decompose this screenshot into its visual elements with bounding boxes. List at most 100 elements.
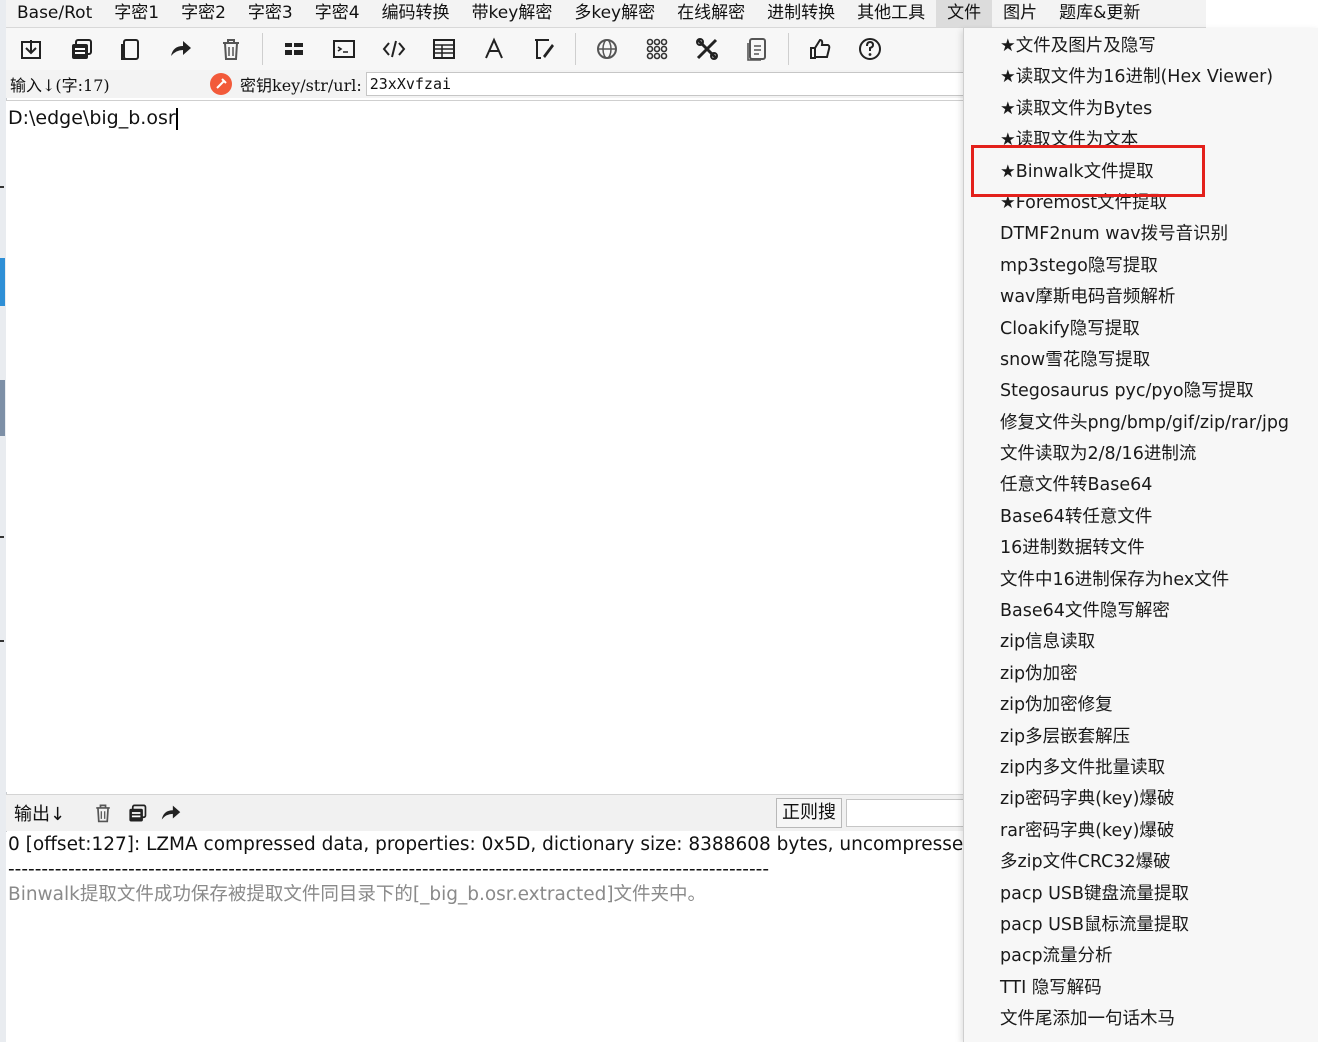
menu-item-mp3stego[interactable]: mp3stego隐写提取 — [964, 251, 1318, 282]
menu-item-zip-fake-repair[interactable]: zip伪加密修复 — [964, 690, 1318, 721]
output-copy-button[interactable] — [120, 802, 154, 824]
input-label: 输入↓(字:17) — [10, 76, 110, 95]
text-caret — [175, 107, 178, 130]
menu-base-convert[interactable]: 进制转换 — [756, 0, 846, 27]
menu-item-read-text[interactable]: ★读取文件为文本 — [964, 125, 1318, 156]
menu-item-read-stream[interactable]: 文件读取为2/8/16进制流 — [964, 439, 1318, 470]
menu-item-webshell-append[interactable]: 文件尾添加一句话木马 — [964, 1004, 1318, 1035]
output-line: 0 [offset:127]: LZMA compressed data, pr… — [8, 834, 964, 855]
trash-icon — [96, 804, 110, 823]
menu-item-stegosaurus[interactable]: Stegosaurus pyc/pyo隐写提取 — [964, 376, 1318, 407]
output-clear-button[interactable] — [86, 802, 120, 824]
menu-file[interactable]: 文件 — [936, 0, 993, 27]
menu-item-file-to-base64[interactable]: 任意文件转Base64 — [964, 470, 1318, 501]
edge-gray-mark — [0, 380, 5, 436]
menu-item-zip-info[interactable]: zip信息读取 — [964, 627, 1318, 658]
font-button[interactable] — [469, 28, 519, 70]
menu-quiz-update[interactable]: 题库&更新 — [1048, 0, 1151, 27]
menu-item-binwalk[interactable]: ★Binwalk文件提取 — [964, 157, 1318, 188]
output-header: 输出↓ 正则搜 — [6, 794, 966, 831]
help-button[interactable] — [845, 28, 895, 70]
input-textarea[interactable]: D:\edge\big_b.osr — [6, 100, 964, 792]
key-icon — [210, 73, 232, 95]
regex-search-input[interactable] — [846, 799, 966, 827]
key-input[interactable]: 23xXvfzai — [365, 72, 966, 96]
menu-item-pcap-analysis[interactable]: pacp流量分析 — [964, 941, 1318, 972]
input-header: 输入↓(字:17) 密钥key/str/url: 23xXvfzai — [6, 70, 966, 98]
menu-item-tti-decode[interactable]: TTI 隐写解码 — [964, 973, 1318, 1004]
menu-item-foremost[interactable]: ★Foremost文件提取 — [964, 188, 1318, 219]
menu-bar: Base/Rot 字密1 字密2 字密3 字密4 编码转换 带key解密 多ke… — [6, 0, 1206, 28]
import-button[interactable] — [6, 28, 56, 70]
menu-item-hex-viewer[interactable]: ★读取文件为16进制(Hex Viewer) — [964, 62, 1318, 93]
toolbar-separator — [575, 33, 576, 65]
menu-item-repair-header[interactable]: 修复文件头png/bmp/gif/zip/rar/jpg — [964, 408, 1318, 439]
output-label: 输出↓ — [14, 804, 66, 825]
regex-search-button[interactable]: 正则搜 — [776, 798, 842, 828]
menu-item-zip-crc32[interactable]: 多zip文件CRC32爆破 — [964, 847, 1318, 878]
code-button[interactable] — [369, 28, 419, 70]
grid-button[interactable] — [632, 28, 682, 70]
toolbar-separator — [262, 33, 263, 65]
menu-item-usb-mouse[interactable]: pacp USB鼠标流量提取 — [964, 910, 1318, 941]
edit-button[interactable] — [519, 28, 569, 70]
terminal-button[interactable] — [319, 28, 369, 70]
menu-item-dtmf2num[interactable]: DTMF2num wav拨号音识别 — [964, 219, 1318, 250]
file-icon — [747, 38, 766, 61]
menu-item-cloakify[interactable]: Cloakify隐写提取 — [964, 314, 1318, 345]
menu-item-zip-nested[interactable]: zip多层嵌套解压 — [964, 722, 1318, 753]
menu-item-rar-brute[interactable]: rar密码字典(key)爆破 — [964, 816, 1318, 847]
like-button[interactable] — [795, 28, 845, 70]
menu-item-usb-keyboard[interactable]: pacp USB键盘流量提取 — [964, 879, 1318, 910]
menu-encoding[interactable]: 编码转换 — [371, 0, 461, 27]
menu-key-decrypt[interactable]: 带key解密 — [461, 0, 564, 27]
menu-item-wav-morse[interactable]: wav摩斯电码音频解析 — [964, 282, 1318, 313]
menu-base-rot[interactable]: Base/Rot — [6, 0, 103, 27]
table-icon — [433, 39, 455, 59]
font-icon — [485, 37, 503, 59]
menu-item-base64-to-file[interactable]: Base64转任意文件 — [964, 502, 1318, 533]
copy-icon — [72, 39, 92, 59]
globe-button[interactable] — [582, 28, 632, 70]
menu-multikey-decrypt[interactable]: 多key解密 — [563, 0, 666, 27]
trash-icon — [223, 39, 239, 60]
copy-icon — [129, 804, 147, 822]
output-textarea[interactable]: 0 [offset:127]: LZMA compressed data, pr… — [6, 832, 964, 1042]
globe-icon — [597, 39, 617, 59]
menu-zimi1[interactable]: 字密1 — [103, 0, 170, 27]
output-separator-line: ----------------------------------------… — [8, 859, 770, 880]
toolbar-separator — [788, 33, 789, 65]
menu-item-read-bytes[interactable]: ★读取文件为Bytes — [964, 94, 1318, 125]
edge-blue-mark — [0, 258, 5, 306]
file-button[interactable] — [732, 28, 782, 70]
menu-item-zip-fake-encrypt[interactable]: zip伪加密 — [964, 659, 1318, 690]
share-icon — [161, 805, 181, 820]
tools-icon — [696, 38, 718, 60]
menu-item-file-stego[interactable]: ★文件及图片及隐写 — [964, 31, 1318, 62]
output-share-button[interactable] — [154, 801, 188, 825]
tools-button[interactable] — [682, 28, 732, 70]
file-menu-dropdown: ★文件及图片及隐写 ★读取文件为16进制(Hex Viewer) ★读取文件为B… — [963, 28, 1318, 1042]
table-button[interactable] — [419, 28, 469, 70]
input-text: D:\edge\big_b.osr — [8, 107, 176, 129]
menu-zimi4[interactable]: 字密4 — [304, 0, 371, 27]
menu-item-zip-batch-read[interactable]: zip内多文件批量读取 — [964, 753, 1318, 784]
menu-zimi3[interactable]: 字密3 — [237, 0, 304, 27]
menu-zimi2[interactable]: 字密2 — [170, 0, 237, 27]
clear-button[interactable] — [206, 28, 256, 70]
menu-item-base64-stego[interactable]: Base64文件隐写解密 — [964, 596, 1318, 627]
menu-online-decrypt[interactable]: 在线解密 — [666, 0, 756, 27]
code-icon — [382, 40, 406, 58]
menu-image[interactable]: 图片 — [992, 0, 1048, 27]
copy-button[interactable] — [56, 28, 106, 70]
base64-button[interactable] — [269, 28, 319, 70]
menu-item-save-hex[interactable]: 文件中16进制保存为hex文件 — [964, 565, 1318, 596]
menu-item-snow[interactable]: snow雪花隐写提取 — [964, 345, 1318, 376]
menu-other-tools[interactable]: 其他工具 — [846, 0, 936, 27]
paste-button[interactable] — [106, 28, 156, 70]
import-icon — [21, 40, 41, 59]
share-button[interactable] — [156, 28, 206, 70]
menu-item-hex-to-file[interactable]: 16进制数据转文件 — [964, 533, 1318, 564]
base64-icon — [285, 43, 303, 55]
menu-item-zip-brute[interactable]: zip密码字典(key)爆破 — [964, 784, 1318, 815]
